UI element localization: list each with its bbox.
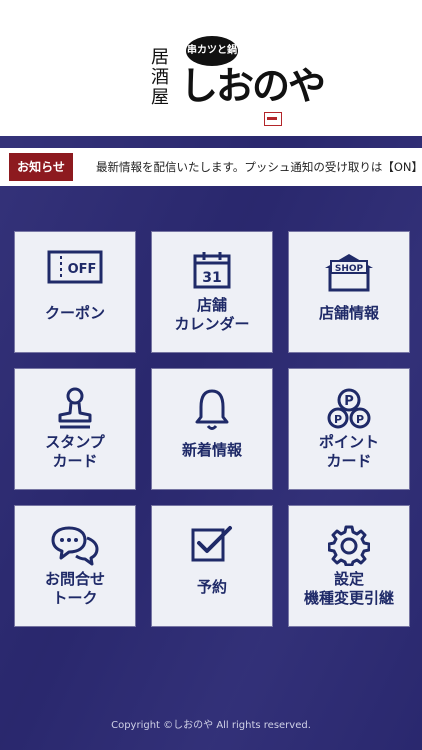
inquiry-talk-label: お問合せ トーク [44, 570, 105, 607]
shop-info-label: 店舗情報 [318, 304, 379, 322]
notice-label: お知らせ [9, 153, 73, 181]
svg-text:OFF: OFF [68, 262, 97, 277]
shop-icon: SHOP [289, 250, 409, 300]
calendar-icon: 31 [152, 250, 272, 300]
notice-text: 最新情報を配信いたします。プッシュ通知の受け取りは【ON】 [96, 160, 422, 174]
svg-text:P: P [356, 413, 364, 426]
stamp-card-label: スタンプ カード [45, 433, 105, 470]
coupon-tile[interactable]: OFF クーポン [15, 232, 135, 352]
stamp-card-tile[interactable]: スタンプ カード [15, 369, 135, 489]
point-coins-icon: P P P [289, 387, 409, 437]
chat-bubbles-icon [15, 524, 135, 574]
checkbox-icon [152, 524, 272, 574]
calendar-label: 店舗 カレンダー [174, 296, 250, 333]
stamp-icon [15, 387, 135, 437]
logo-name: しおのや [180, 63, 326, 108]
logo-vertical-text: 居 酒 屋 [151, 47, 169, 108]
reservation-label: 予約 [196, 578, 227, 596]
logo-stamp-icon [264, 112, 282, 126]
shop-info-tile[interactable]: SHOP 店舗情報 [289, 232, 409, 352]
svg-text:SHOP: SHOP [335, 264, 364, 274]
calendar-tile[interactable]: 31 店舗 カレンダー [152, 232, 272, 352]
news-tile[interactable]: 新着情報 [152, 369, 272, 489]
settings-label: 設定 機種変更引継 [303, 570, 394, 607]
coupon-off-icon: OFF [15, 250, 135, 300]
notice-bar[interactable]: お知らせ 最新情報を配信いたします。プッシュ通知の受け取りは【ON】 [0, 148, 422, 186]
bell-icon [152, 387, 272, 437]
coupon-label: クーポン [44, 304, 105, 322]
app-header: 居 酒 屋 串カツと鍋 しおのや [0, 0, 422, 136]
svg-text:31: 31 [202, 270, 221, 286]
reservation-tile[interactable]: 予約 [152, 506, 272, 626]
svg-text:P: P [344, 394, 354, 409]
point-card-tile[interactable]: P P P ポイント カード [289, 369, 409, 489]
copyright-footer: Copyright ©しおのや All rights reserved. [111, 720, 311, 731]
gear-icon [289, 524, 409, 574]
point-card-label: ポイント カード [318, 433, 379, 470]
svg-text:P: P [334, 413, 342, 426]
settings-tile[interactable]: 設定 機種変更引継 [289, 506, 409, 626]
news-label: 新着情報 [181, 441, 242, 459]
inquiry-talk-tile[interactable]: お問合せ トーク [15, 506, 135, 626]
brand-logo: 居 酒 屋 串カツと鍋 しおのや [136, 30, 326, 130]
